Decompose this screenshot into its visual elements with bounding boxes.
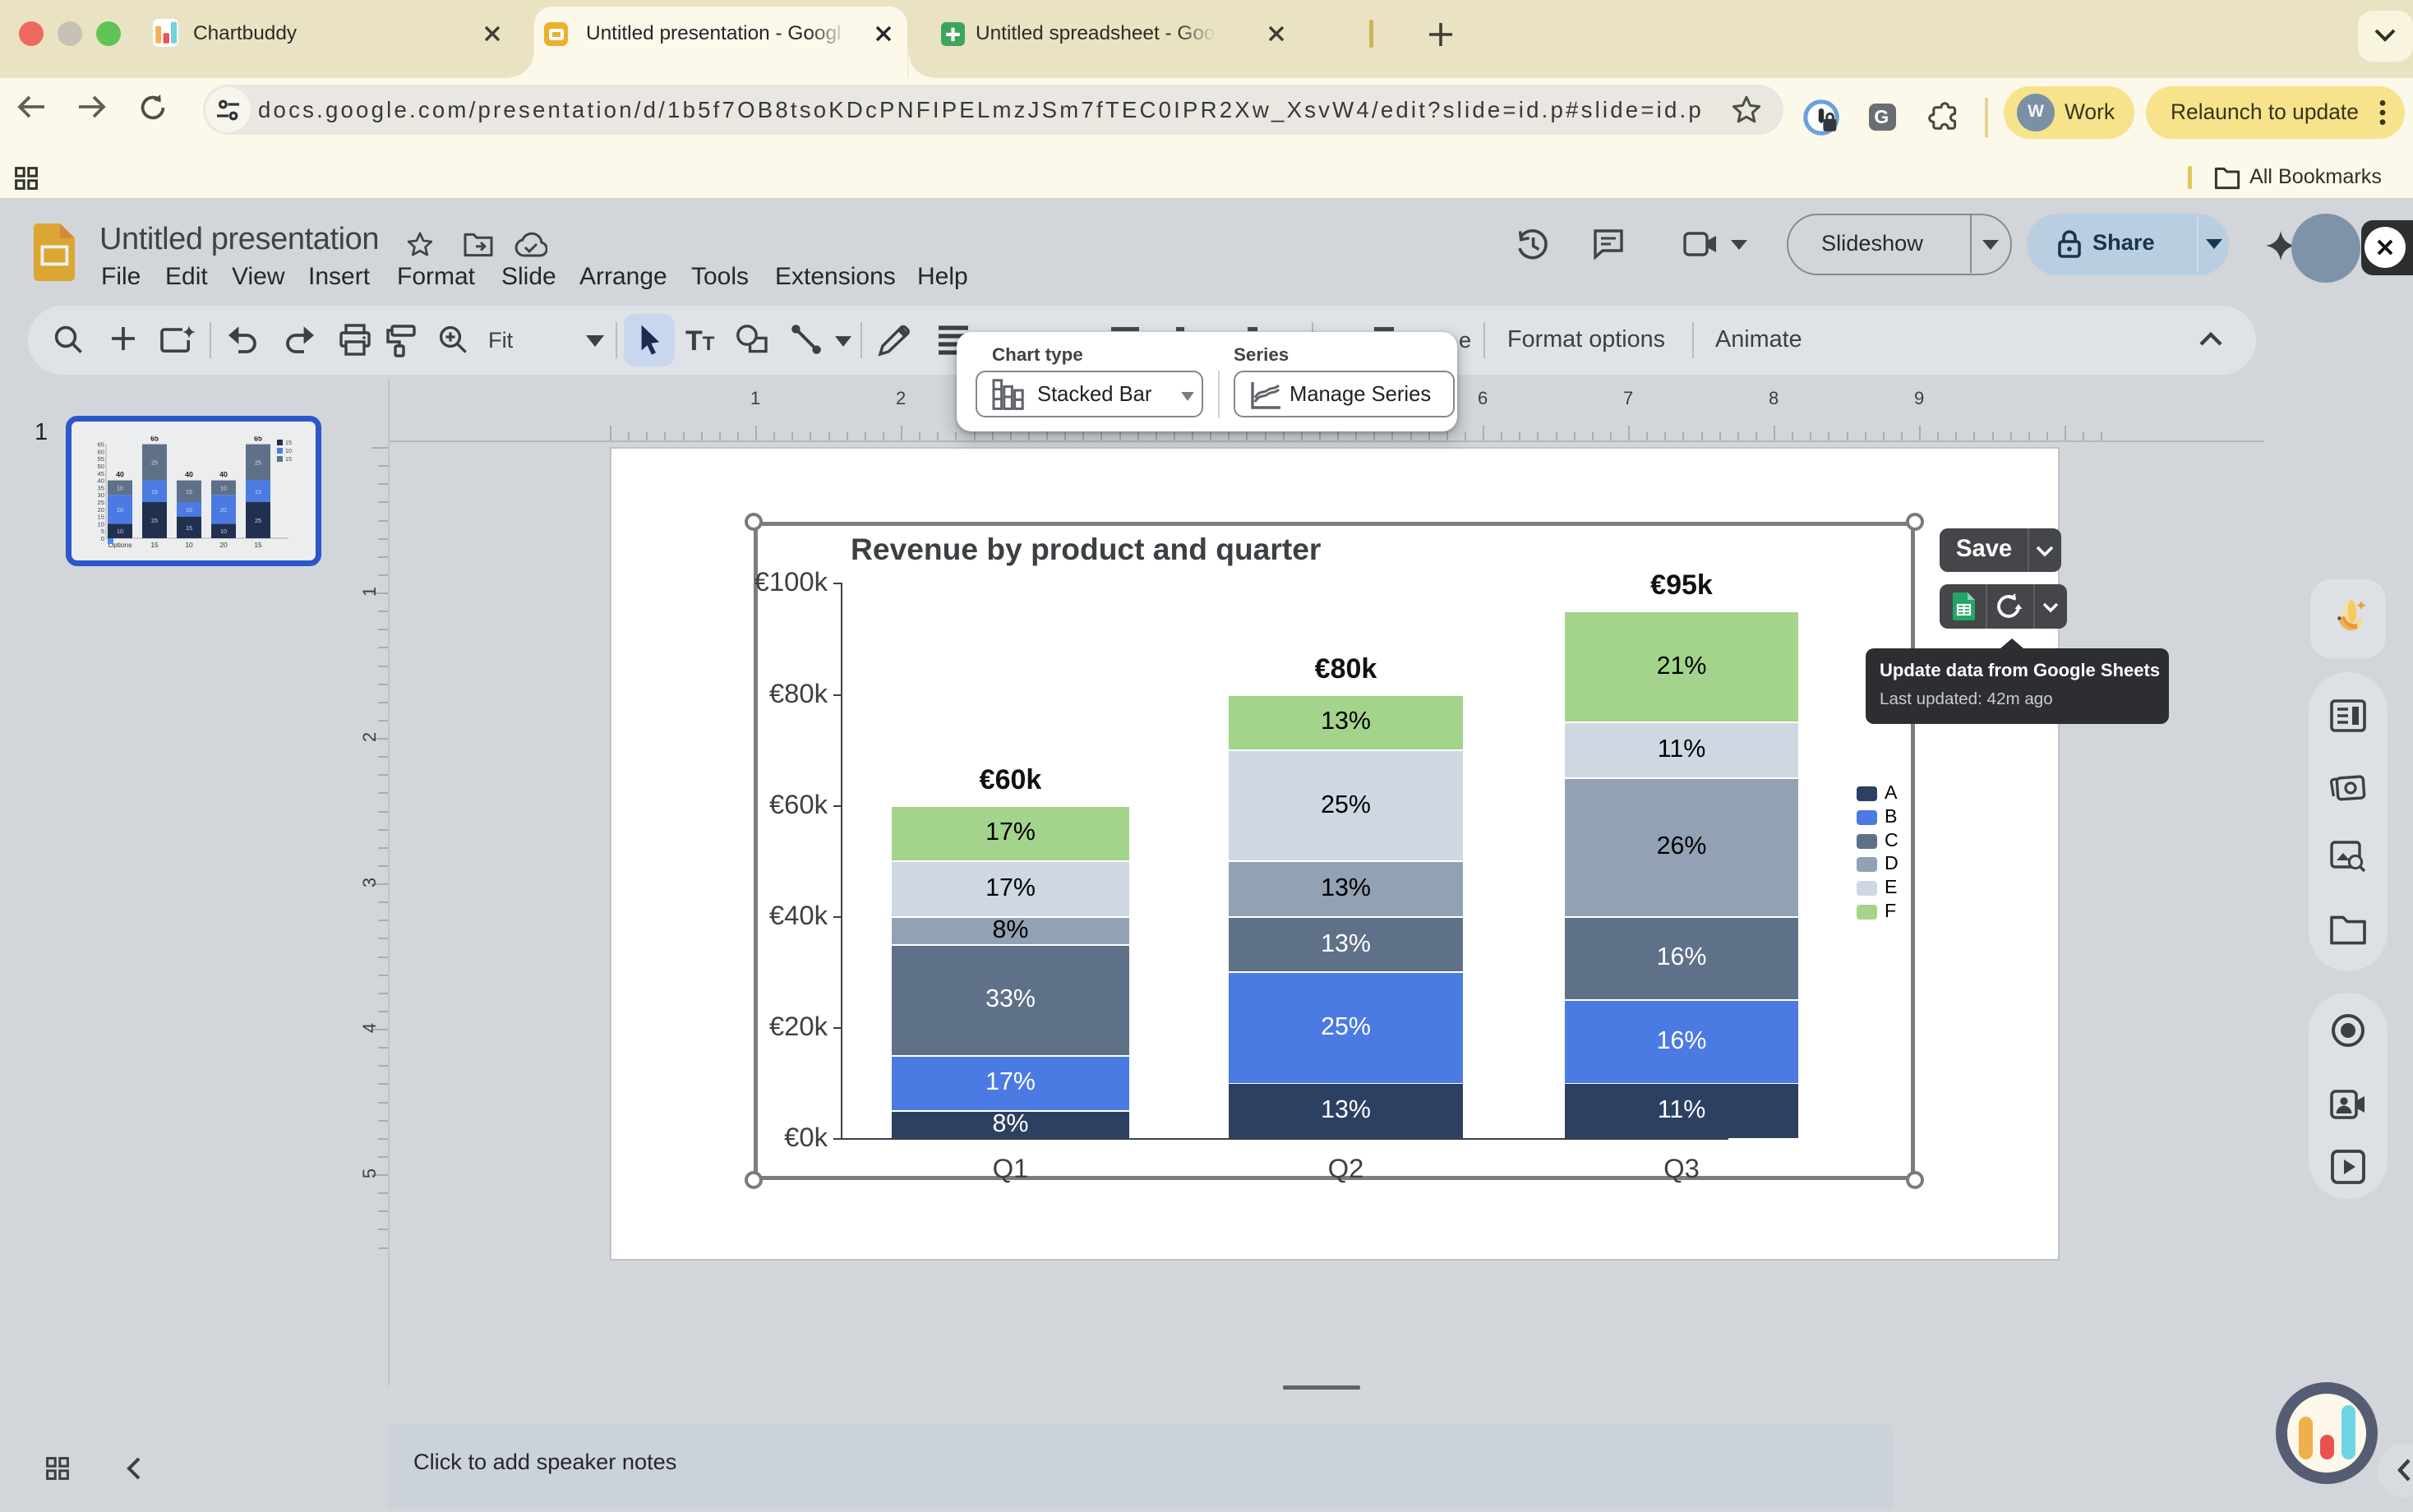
svg-text:15: 15 — [98, 514, 104, 521]
svg-text:20: 20 — [117, 506, 123, 514]
svg-text:10: 10 — [186, 506, 192, 514]
svg-text:65: 65 — [150, 436, 159, 443]
svg-text:15: 15 — [150, 541, 159, 549]
svg-text:15: 15 — [186, 524, 192, 532]
svg-text:20: 20 — [98, 506, 104, 514]
svg-text:10: 10 — [220, 484, 227, 491]
svg-text:10: 10 — [117, 528, 123, 535]
svg-text:5: 5 — [101, 528, 104, 535]
svg-text:15: 15 — [255, 488, 261, 496]
svg-text:10: 10 — [117, 484, 123, 491]
svg-text:0: 0 — [101, 535, 104, 542]
svg-text:10: 10 — [185, 541, 193, 549]
svg-text:30: 30 — [98, 491, 104, 499]
svg-text:10: 10 — [285, 447, 292, 454]
svg-text:15: 15 — [285, 439, 292, 446]
svg-text:15: 15 — [285, 455, 292, 463]
svg-text:40: 40 — [98, 477, 104, 485]
svg-text:20: 20 — [219, 541, 228, 549]
svg-text:35: 35 — [98, 484, 104, 491]
svg-text:40: 40 — [219, 471, 228, 479]
svg-text:10: 10 — [220, 528, 227, 535]
svg-text:65: 65 — [254, 436, 262, 443]
svg-text:10: 10 — [98, 520, 104, 528]
svg-text:50: 50 — [98, 463, 104, 470]
svg-text:25: 25 — [151, 517, 158, 524]
svg-text:55: 55 — [98, 455, 104, 463]
svg-text:25: 25 — [255, 517, 261, 524]
svg-text:25: 25 — [151, 459, 158, 467]
svg-text:45: 45 — [98, 470, 104, 477]
svg-text:25: 25 — [98, 499, 104, 506]
svg-text:60: 60 — [98, 448, 104, 455]
svg-text:25: 25 — [255, 459, 261, 467]
svg-text:15: 15 — [186, 488, 192, 496]
svg-text:20: 20 — [220, 506, 227, 514]
svg-text:40: 40 — [185, 471, 193, 479]
svg-text:15: 15 — [151, 488, 158, 496]
svg-text:65: 65 — [98, 441, 104, 449]
svg-text:15: 15 — [254, 541, 262, 549]
svg-text:40: 40 — [116, 471, 124, 479]
